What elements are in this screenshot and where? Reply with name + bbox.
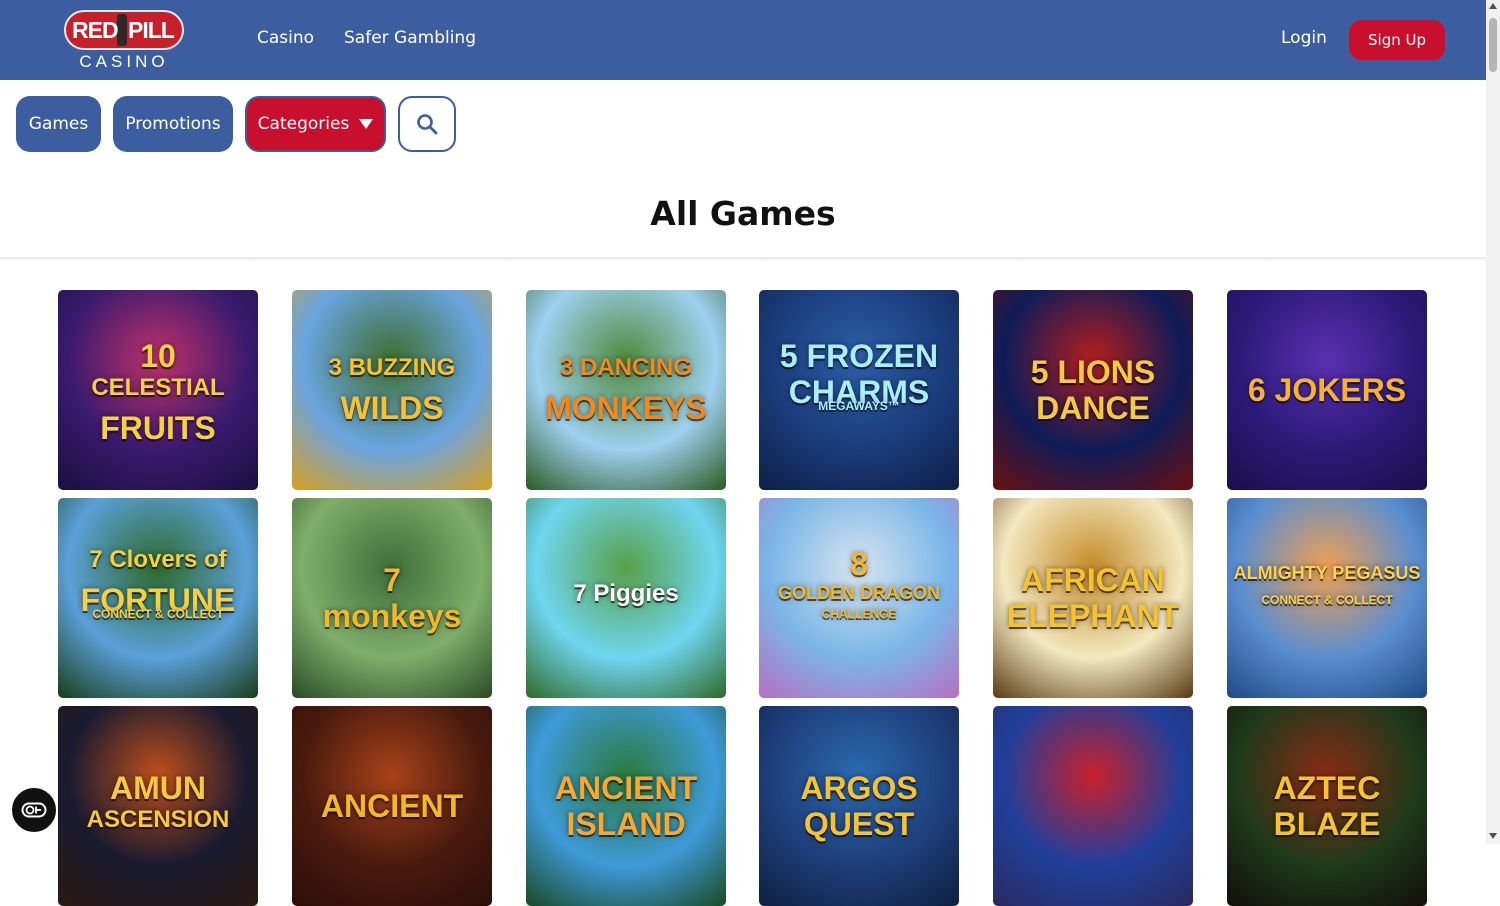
game-title: ASCENSION [86,806,230,833]
game-tile[interactable]: 5 LIONS DANCE [993,290,1193,490]
game-tile[interactable]: 5 FROZEN CHARMS MEGAWAYS™ [759,290,959,490]
game-title: 7 Clovers of [89,546,227,573]
game-title: MONKEYS [545,390,707,426]
game-tile[interactable]: 7 Piggies [526,498,726,698]
game-title: FRUITS [100,410,216,446]
scrollbar-thumb[interactable] [1489,18,1497,72]
games-filter-button[interactable]: Games [16,96,101,152]
nav-link-safer-gambling[interactable]: Safer Gambling [344,28,476,48]
game-title: DANCE [1036,390,1150,426]
top-navigation-bar: RED PILL CASINO Casino Safer Gambling Lo… [0,0,1486,80]
game-tile[interactable]: ARGOS QUEST [759,706,959,906]
page-scrollbar[interactable] [1486,0,1500,844]
accessibility-button[interactable] [10,786,58,834]
game-title: AZTEC [1273,770,1381,806]
game-title: ANCIENT [554,770,698,806]
game-title: CONNECT & COLLECT [1261,593,1393,607]
game-title: CONNECT & COLLECT [92,607,224,621]
game-tile[interactable]: AMUN ASCENSION [58,706,258,906]
logo-word-red: RED [72,17,119,43]
categories-dropdown-button[interactable]: Categories [245,96,386,152]
game-title: ISLAND [566,806,686,842]
game-tile[interactable]: AFRICAN ELEPHANT [993,498,1193,698]
game-tile[interactable]: 3 BUZZING WILDS [292,290,492,490]
game-title: CELESTIAL [91,374,225,401]
game-tile[interactable]: 7 monkeys [292,498,492,698]
game-title: 5 FROZEN [779,338,939,374]
game-title: WILDS [340,390,444,426]
categories-label: Categories [257,114,350,134]
search-icon [417,114,438,135]
game-title: BLAZE [1273,806,1381,842]
logo-pill-divider [117,14,127,46]
game-title: 7 [383,562,401,598]
game-title: 5 LIONS [1030,354,1156,390]
game-title: QUEST [803,806,915,842]
game-tile[interactable]: 7 Clovers of FORTUNE CONNECT & COLLECT [58,498,258,698]
page-title: All Games [650,194,836,233]
nav-link-casino[interactable]: Casino [257,28,314,48]
accessibility-toggle-icon [21,802,47,818]
login-link[interactable]: Login [1281,28,1327,48]
caret-down-icon [359,119,374,129]
logo-word-casino: CASINO [79,52,169,71]
game-title: 3 BUZZING [328,354,456,381]
scroll-up-arrow-icon[interactable] [1489,3,1497,9]
game-title: ARGOS [800,770,918,806]
game-tile[interactable]: ANCIENT ISLAND [526,706,726,906]
game-tile[interactable]: ALMIGHTY PEGASUS CONNECT & COLLECT [1227,498,1427,698]
game-tile[interactable]: 10 CELESTIAL FRUITS [58,290,258,490]
search-button[interactable] [398,96,456,152]
game-title: GOLDEN DRAGON [778,583,940,603]
game-title: 3 DANCING [559,354,692,381]
game-title: CHALLENGE [821,607,897,621]
game-title: ELEPHANT [1006,598,1180,634]
title-divider [0,257,1486,261]
game-title: MEGAWAYS™ [818,399,900,413]
game-title: monkeys [322,598,462,634]
game-tile[interactable]: 6 JOKERS [1227,290,1427,490]
logo-word-pill: PILL [128,17,175,43]
game-tile[interactable]: 8 GOLDEN DRAGON CHALLENGE [759,498,959,698]
game-title: ANCIENT [320,788,464,824]
game-title: AMUN [110,770,206,806]
game-title: 8 [850,546,868,582]
sign-up-button[interactable]: Sign Up [1349,20,1445,60]
game-title: 7 Piggies [573,580,679,607]
game-title: ALMIGHTY PEGASUS [1233,563,1421,583]
game-title: AFRICAN [1021,562,1165,598]
scroll-down-arrow-icon[interactable] [1489,833,1497,839]
game-tile[interactable]: ANCIENT [292,706,492,906]
red-pill-casino-logo[interactable]: RED PILL CASINO [64,10,184,72]
game-title: 10 [140,338,176,374]
game-tile[interactable]: 3 DANCING MONKEYS [526,290,726,490]
game-title: 6 JOKERS [1247,372,1407,408]
game-tile[interactable]: AZTEC BLAZE [1227,706,1427,906]
game-tile[interactable] [993,706,1193,906]
promotions-filter-button[interactable]: Promotions [113,96,233,152]
